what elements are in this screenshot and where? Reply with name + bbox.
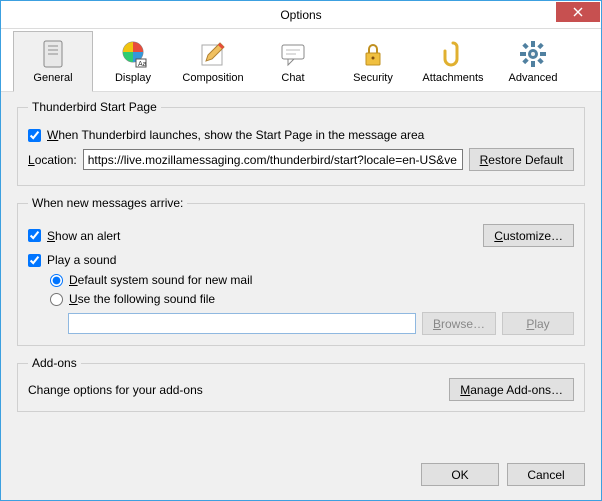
dialog-footer: OK Cancel — [421, 463, 585, 486]
tab-advanced[interactable]: Advanced — [493, 31, 573, 91]
restore-default-button[interactable]: Restore Default — [469, 148, 574, 171]
tab-security-label: Security — [353, 72, 393, 84]
addons-legend: Add-ons — [28, 356, 81, 370]
options-window: Options General Aa Display Composition — [0, 0, 602, 501]
tab-chat[interactable]: Chat — [253, 31, 333, 91]
content-area: Thunderbird Start Page When Thunderbird … — [1, 92, 601, 430]
startpage-legend: Thunderbird Start Page — [28, 100, 161, 114]
custom-sound-radio[interactable] — [50, 293, 63, 306]
show-alert-label: Show an alert — [47, 229, 120, 243]
location-input[interactable] — [83, 149, 463, 170]
tab-attachments[interactable]: Attachments — [413, 31, 493, 91]
addons-desc: Change options for your add-ons — [28, 383, 203, 397]
tab-attachments-label: Attachments — [422, 72, 483, 84]
play-sound-label: Play a sound — [47, 253, 116, 267]
tab-composition-label: Composition — [182, 72, 243, 84]
advanced-icon — [517, 38, 549, 70]
show-startpage-label: When Thunderbird launches, show the Star… — [47, 128, 424, 142]
tab-display-label: Display — [115, 72, 151, 84]
close-icon — [573, 7, 583, 17]
location-label: Location: — [28, 153, 77, 167]
customize-button[interactable]: Customize… — [483, 224, 574, 247]
tab-chat-label: Chat — [281, 72, 304, 84]
tab-security[interactable]: Security — [333, 31, 413, 91]
soundfile-input[interactable] — [68, 313, 416, 334]
show-alert-checkbox[interactable] — [28, 229, 41, 242]
general-icon — [37, 38, 69, 70]
default-sound-radio[interactable] — [50, 274, 63, 287]
play-button[interactable]: Play — [502, 312, 574, 335]
tab-strip: General Aa Display Composition Chat Secu… — [1, 29, 601, 92]
tab-display[interactable]: Aa Display — [93, 31, 173, 91]
svg-text:Aa: Aa — [138, 61, 147, 68]
show-startpage-checkbox[interactable] — [28, 129, 41, 142]
close-button[interactable] — [556, 2, 600, 22]
security-icon — [357, 38, 389, 70]
default-sound-label: Default system sound for new mail — [69, 273, 252, 287]
tab-advanced-label: Advanced — [509, 72, 558, 84]
tab-general[interactable]: General — [13, 31, 93, 92]
ok-button[interactable]: OK — [421, 463, 499, 486]
attachments-icon — [437, 38, 469, 70]
manage-addons-button[interactable]: Manage Add-ons… — [449, 378, 574, 401]
tab-general-label: General — [33, 72, 72, 84]
messages-legend: When new messages arrive: — [28, 196, 187, 210]
tab-composition[interactable]: Composition — [173, 31, 253, 91]
startpage-group: Thunderbird Start Page When Thunderbird … — [17, 100, 585, 186]
window-title: Options — [1, 8, 601, 22]
display-icon: Aa — [117, 38, 149, 70]
cancel-button[interactable]: Cancel — [507, 463, 585, 486]
play-sound-checkbox[interactable] — [28, 254, 41, 267]
titlebar: Options — [1, 1, 601, 29]
composition-icon — [197, 38, 229, 70]
addons-group: Add-ons Change options for your add-ons … — [17, 356, 585, 412]
chat-icon — [277, 38, 309, 70]
messages-group: When new messages arrive: Show an alert … — [17, 196, 585, 346]
custom-sound-label: Use the following sound file — [69, 292, 215, 306]
browse-button[interactable]: Browse… — [422, 312, 496, 335]
